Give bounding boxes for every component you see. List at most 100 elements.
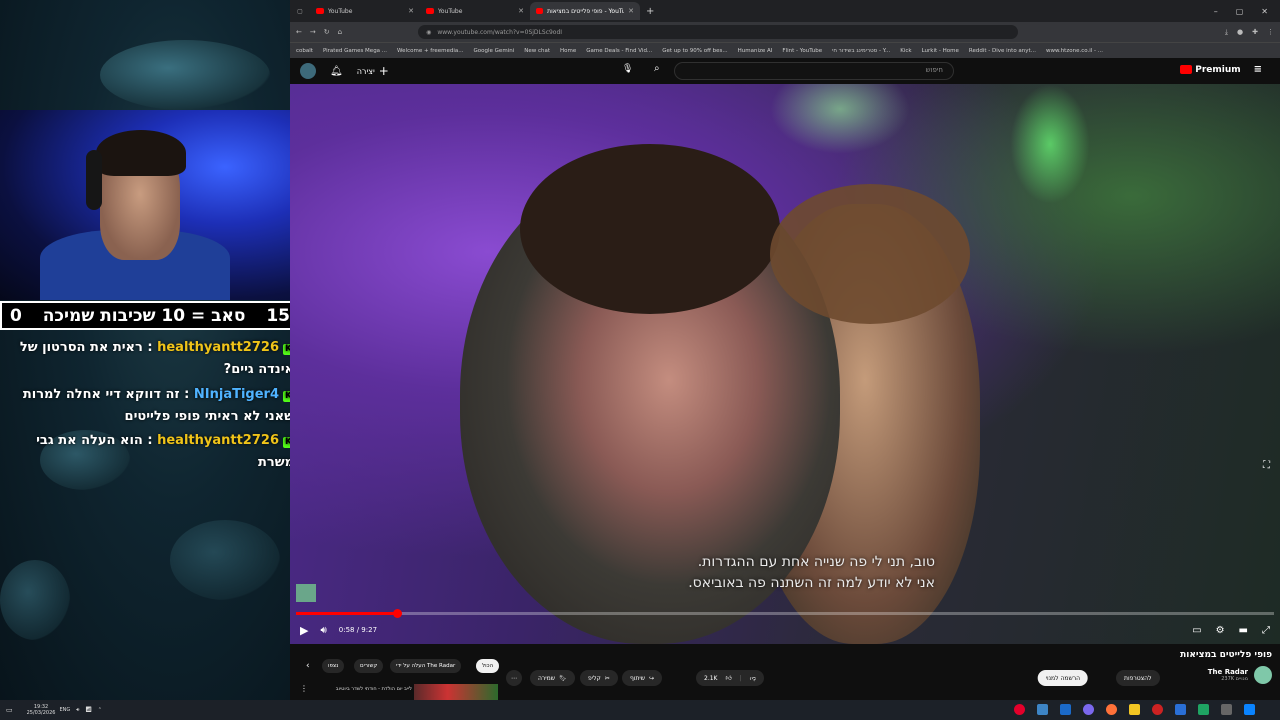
dislike-icon[interactable]: 👎︎ xyxy=(750,674,756,682)
profile-icon[interactable]: ● xyxy=(1237,28,1243,37)
likes-count[interactable]: 2.1K xyxy=(704,675,717,682)
bookmark-item[interactable]: Google Gemini xyxy=(474,48,515,54)
download-icon[interactable]: ⤓ xyxy=(1225,28,1228,37)
like-icon[interactable]: 👍︎ xyxy=(725,674,731,682)
channel-subscribers: 237K מנויים xyxy=(1221,676,1248,682)
channel-watermark[interactable] xyxy=(296,584,316,602)
browser-window: ▢ YouTube ✕ YouTube ✕ פופי פלייטים במציא… xyxy=(290,0,1280,700)
extension-icon[interactable]: ✚ xyxy=(1252,28,1258,37)
subtitles-icon[interactable]: ▭ xyxy=(1192,625,1201,636)
progress-scrubber[interactable] xyxy=(392,609,402,618)
tab-youtube-1[interactable]: YouTube ✕ xyxy=(310,2,420,20)
chat-username: healthyantt2726 xyxy=(157,433,279,448)
bookmark-item[interactable]: Flint - YouTube xyxy=(782,48,822,54)
browser-app-icon[interactable] xyxy=(1106,704,1117,715)
next-video-thumbnail[interactable] xyxy=(414,684,498,700)
fish-decoration xyxy=(100,40,270,110)
share-button[interactable]: שיתוף ↪ xyxy=(622,670,663,686)
app-icon[interactable] xyxy=(1152,704,1163,715)
bookmark-item[interactable]: Welcome + freemedia... xyxy=(397,48,463,54)
chip-related[interactable]: קשורים xyxy=(354,659,384,673)
bookmark-item[interactable]: www.htzone.co.il - ... xyxy=(1046,48,1103,54)
theater-mode-icon[interactable]: ▬ xyxy=(1239,625,1248,636)
menu-icon[interactable]: ⋮ xyxy=(1267,28,1274,37)
bookmark-item[interactable]: New chat xyxy=(524,48,550,54)
notifications-icon[interactable]: ▭ xyxy=(6,706,13,714)
youtube-premium-logo[interactable]: Premium ≡ xyxy=(1180,64,1262,75)
channel-name[interactable]: The Radar xyxy=(1208,668,1248,676)
fullscreen-toggle-icon[interactable]: ⛶ xyxy=(1263,460,1270,471)
chip-watched[interactable]: נצפו xyxy=(322,659,345,673)
new-tab-icon[interactable]: + xyxy=(646,6,654,17)
app-icon[interactable] xyxy=(1175,704,1186,715)
app-icon[interactable] xyxy=(1060,704,1071,715)
join-button[interactable]: להצטרפות xyxy=(1116,670,1160,686)
next-video-menu-icon[interactable]: ⋮ xyxy=(300,684,308,693)
notifications-icon[interactable]: 🔔︎ xyxy=(330,66,343,77)
search-icon[interactable]: ⌕ xyxy=(654,63,660,74)
network-icon[interactable]: 📶︎ xyxy=(85,707,91,713)
fullscreen-icon[interactable]: ⤢ xyxy=(1262,625,1270,636)
chip-all[interactable]: הכול xyxy=(476,659,500,673)
video-player[interactable]: טוב, תני לי פה שנייה אחת עם ההגדרות. אני… xyxy=(290,84,1280,644)
close-tab-icon[interactable]: ✕ xyxy=(408,7,414,15)
progress-bar[interactable] xyxy=(296,609,1274,618)
language-indicator[interactable]: ENG xyxy=(59,707,70,713)
bookmark-item[interactable]: Kick xyxy=(900,48,911,54)
windows-start-icon[interactable] xyxy=(1244,704,1255,715)
bookmark-item[interactable]: Game Deals - Find Vid... xyxy=(586,48,652,54)
tab-list-icon[interactable]: ▢ xyxy=(290,8,310,15)
reload-icon[interactable]: ↻ xyxy=(324,28,330,36)
channel-avatar[interactable] xyxy=(1254,666,1272,684)
chevron-up-icon[interactable]: ⌃ xyxy=(98,707,102,713)
chip-uploaded-by[interactable]: העלה על ידי The Radar xyxy=(390,659,462,673)
bookmark-item[interactable]: Pirated Games Mega ... xyxy=(323,48,387,54)
bookmark-item[interactable]: Humanize AI xyxy=(738,48,773,54)
url-bar[interactable]: ◉ www.youtube.com/watch?v=0SjDLSc9odI xyxy=(418,25,1019,39)
back-icon[interactable]: ← xyxy=(296,28,302,36)
app-icon[interactable] xyxy=(1083,704,1094,715)
close-tab-icon[interactable]: ✕ xyxy=(518,7,524,15)
more-actions-button[interactable]: ⋯ xyxy=(506,670,522,686)
girl-hair xyxy=(770,184,970,324)
bookmark-item[interactable]: Home xyxy=(560,48,576,54)
app-icon[interactable] xyxy=(1037,704,1048,715)
green-light-decoration xyxy=(770,84,910,154)
play-icon[interactable]: ▶ xyxy=(300,624,308,637)
app-icon[interactable] xyxy=(1198,704,1209,715)
tab-active-video[interactable]: פופי פלייטים במציאות - YouTube ✕ xyxy=(530,2,640,20)
forward-icon[interactable]: → xyxy=(310,28,316,36)
app-icon[interactable] xyxy=(1221,704,1232,715)
tab-youtube-2[interactable]: YouTube ✕ xyxy=(420,2,530,20)
hamburger-menu-icon[interactable]: ≡ xyxy=(1254,64,1262,75)
account-avatar[interactable] xyxy=(300,63,316,79)
file-explorer-icon[interactable] xyxy=(1129,704,1140,715)
close-tab-icon[interactable]: ✕ xyxy=(628,7,634,15)
site-info-icon[interactable]: ◉ xyxy=(426,29,431,36)
clip-button[interactable]: קליפ ✂ xyxy=(580,670,618,686)
bookmark-item[interactable]: cobalt xyxy=(296,48,313,54)
app-icon[interactable] xyxy=(1014,704,1025,715)
bookmark-item[interactable]: Get up to 90% off bes... xyxy=(662,48,727,54)
bookmark-item[interactable]: Reddit - Dive into anyt... xyxy=(969,48,1036,54)
create-button[interactable]: יצירה + xyxy=(357,64,389,78)
close-window-icon[interactable]: ✕ xyxy=(1261,7,1268,16)
voice-search-icon[interactable]: 🎙︎ xyxy=(622,64,633,74)
bookmark-item[interactable]: סטרימינג בשידור חי - Y... xyxy=(832,48,890,54)
save-button[interactable]: שמירה 🔖︎ xyxy=(530,670,575,686)
clock[interactable]: 19:32 25/03/2026 xyxy=(27,704,56,716)
bookmark-item[interactable]: Lurkit - Home xyxy=(922,48,959,54)
settings-gear-icon[interactable]: ⚙ xyxy=(1216,625,1225,636)
minimize-icon[interactable]: – xyxy=(1214,7,1218,16)
volume-icon[interactable]: 🔊︎ xyxy=(320,625,326,636)
chat-message: Khealthyantt2726 : הוא העלה את גבי משרת xyxy=(4,430,294,474)
pinned-apps xyxy=(1014,704,1255,715)
volume-tray-icon[interactable]: 🔊︎ xyxy=(76,707,79,713)
search-input[interactable]: חיפוש xyxy=(674,62,954,80)
chip-label: נצפו xyxy=(328,663,339,669)
next-video-title[interactable]: לייב יום הולדת - חודתי לשדר ביוטיוב xyxy=(312,686,412,692)
chevron-left-icon[interactable]: ‹ xyxy=(306,661,310,671)
maximize-icon[interactable]: ▢ xyxy=(1236,7,1244,16)
subscribe-button[interactable]: הרשמה למנוי xyxy=(1037,670,1088,686)
home-icon[interactable]: ⌂ xyxy=(338,28,342,36)
